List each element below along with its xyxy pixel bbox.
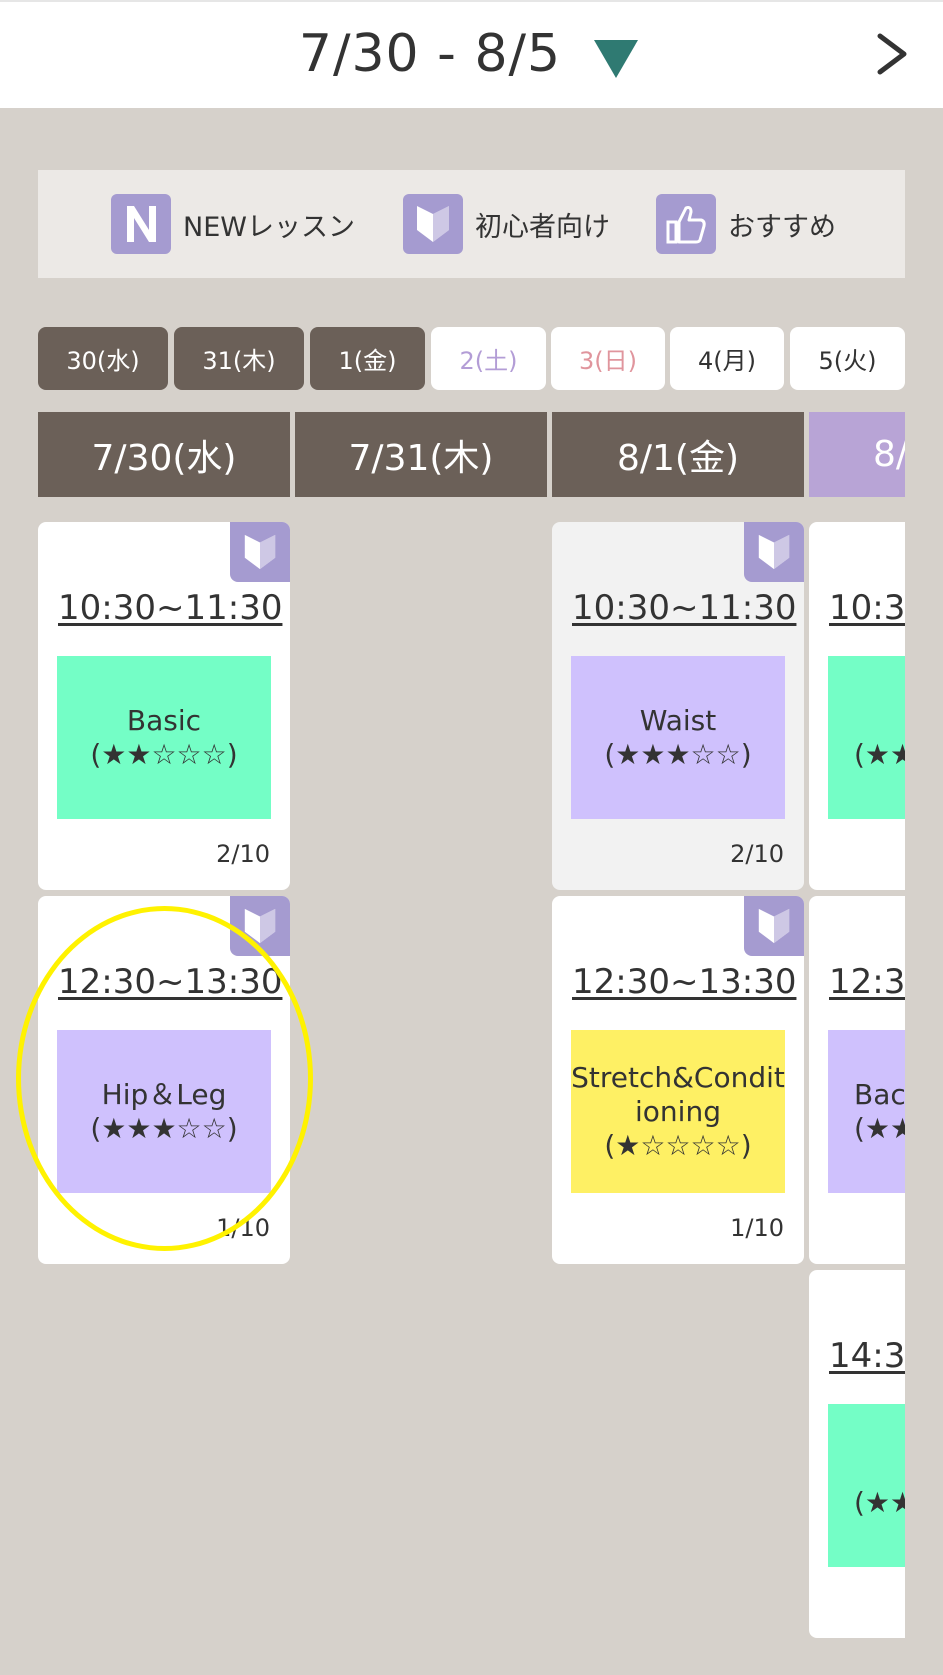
day-tab-2[interactable]: 2(土) bbox=[431, 327, 546, 390]
lesson-card[interactable]: 12:30~13:30 Stretch&Conditioning (★☆☆☆☆)… bbox=[552, 896, 804, 1264]
legend-beginner: 初心者向け bbox=[403, 194, 610, 254]
lesson-difficulty: (★★ bbox=[854, 737, 905, 771]
column-header-8-1: 8/1(金) bbox=[552, 412, 804, 497]
lesson-box: Bac (★★ bbox=[828, 1030, 905, 1193]
day-tab-1[interactable]: 1(金) bbox=[310, 327, 425, 390]
lesson-card[interactable]: 14:3 B (★★ bbox=[809, 1270, 905, 1638]
thumbs-up-icon bbox=[656, 194, 716, 254]
lesson-box: Hip＆Leg (★★★☆☆) bbox=[57, 1030, 271, 1193]
column-header-8-2: 8/ bbox=[809, 412, 905, 497]
day-tab-4[interactable]: 4(月) bbox=[670, 327, 784, 390]
lesson-box: Waist (★★★☆☆) bbox=[571, 656, 785, 819]
lesson-difficulty: (★★★☆☆) bbox=[90, 1111, 238, 1145]
legend-label: NEWレッスン bbox=[183, 211, 355, 243]
lesson-box: B (★★ bbox=[828, 1404, 905, 1567]
lesson-box: Basic (★★☆☆☆) bbox=[57, 656, 271, 819]
column-header-7-30: 7/30(水) bbox=[38, 412, 290, 497]
day-tab-31[interactable]: 31(木) bbox=[174, 327, 304, 390]
booking-count: 1/10 bbox=[216, 1214, 270, 1242]
lesson-name: B bbox=[854, 1452, 905, 1486]
lesson-difficulty: (★★ bbox=[854, 1111, 905, 1145]
lesson-card[interactable]: 12:3 Bac (★★ bbox=[809, 896, 905, 1264]
legend-new-lesson: NEWレッスン bbox=[111, 194, 355, 254]
lesson-box: B (★★ bbox=[828, 656, 905, 819]
top-bar: 7/30 - 8/5 bbox=[0, 0, 943, 108]
beginner-mark-icon bbox=[403, 194, 463, 254]
lesson-name: Basic bbox=[126, 703, 202, 737]
week-dropdown-icon[interactable] bbox=[594, 40, 638, 78]
week-range-title[interactable]: 7/30 - 8/5 bbox=[0, 24, 860, 84]
lesson-name: Hip＆Leg bbox=[101, 1077, 227, 1111]
booking-count: 1/10 bbox=[730, 1214, 784, 1242]
lesson-difficulty: (★★ bbox=[854, 1485, 905, 1519]
lesson-time[interactable]: 10:30~11:30 bbox=[58, 588, 282, 628]
lesson-time[interactable]: 12:30~13:30 bbox=[58, 962, 282, 1002]
lesson-name: Waist bbox=[639, 703, 717, 737]
lesson-difficulty: (★☆☆☆☆) bbox=[604, 1128, 752, 1162]
legend-recommended: おすすめ bbox=[656, 194, 836, 254]
lesson-name: Stretch&Conditioning bbox=[571, 1060, 785, 1128]
lesson-name: B bbox=[854, 704, 905, 738]
lesson-time[interactable]: 10:30~11:30 bbox=[572, 588, 796, 628]
lesson-time[interactable]: 10:3 bbox=[829, 588, 905, 628]
lesson-card[interactable]: 10:3 B (★★ bbox=[809, 522, 905, 890]
lesson-card[interactable]: 10:30~11:30 Basic (★★☆☆☆) 2/10 bbox=[38, 522, 290, 890]
day-tabs: 30(水) 31(木) 1(金) 2(土) 3(日) 4(月) 5(火) bbox=[38, 327, 905, 390]
lesson-time[interactable]: 12:30~13:30 bbox=[572, 962, 796, 1002]
beginner-mark-icon bbox=[744, 522, 804, 582]
column-header-7-31: 7/31(木) bbox=[295, 412, 547, 497]
legend-label: おすすめ bbox=[728, 211, 836, 243]
lesson-time[interactable]: 14:3 bbox=[829, 1336, 905, 1376]
lesson-time[interactable]: 12:3 bbox=[829, 962, 905, 1002]
legend-bar: NEWレッスン 初心者向け おすすめ bbox=[38, 170, 905, 278]
lesson-box: Stretch&Conditioning (★☆☆☆☆) bbox=[571, 1030, 785, 1193]
lesson-difficulty: (★★★☆☆) bbox=[604, 737, 752, 771]
booking-count: 2/10 bbox=[216, 840, 270, 868]
day-tab-5[interactable]: 5(火) bbox=[790, 327, 905, 390]
lesson-card[interactable]: 10:30~11:30 Waist (★★★☆☆) 2/10 bbox=[552, 522, 804, 890]
next-week-arrow-icon[interactable] bbox=[872, 32, 912, 76]
new-lesson-icon bbox=[111, 194, 171, 254]
day-tab-3[interactable]: 3(日) bbox=[551, 327, 665, 390]
legend-label: 初心者向け bbox=[475, 211, 610, 243]
beginner-mark-icon bbox=[230, 522, 290, 582]
lesson-card[interactable]: 12:30~13:30 Hip＆Leg (★★★☆☆) 1/10 bbox=[38, 896, 290, 1264]
booking-count: 2/10 bbox=[730, 840, 784, 868]
lesson-name: Bac bbox=[854, 1077, 905, 1111]
schedule-columns: 7/30(水) 7/31(木) 8/1(金) 8/ 10:30~11:30 Ba… bbox=[38, 412, 905, 1675]
beginner-mark-icon bbox=[230, 896, 290, 956]
lesson-difficulty: (★★☆☆☆) bbox=[90, 737, 238, 771]
day-tab-30[interactable]: 30(水) bbox=[38, 327, 168, 390]
beginner-mark-icon bbox=[744, 896, 804, 956]
